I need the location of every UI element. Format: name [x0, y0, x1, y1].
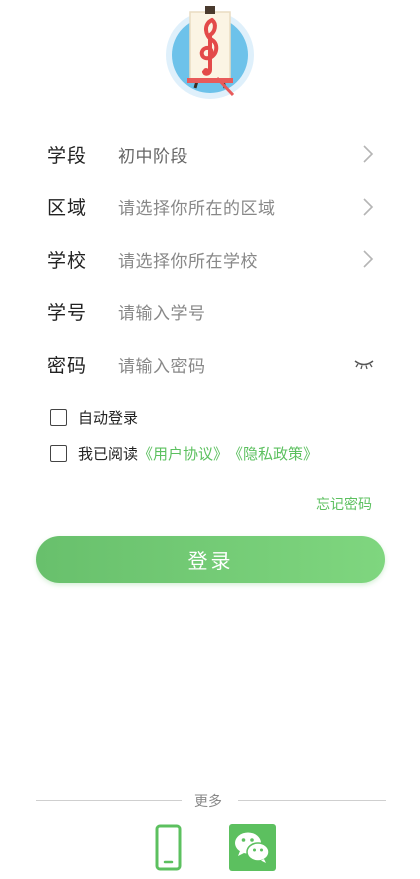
password-row[interactable]: 密码 请输入密码 [0, 338, 420, 391]
more-label: 更多 [194, 794, 222, 810]
app-logo [165, 0, 255, 100]
privacy-policy-link[interactable]: 《隐私政策》 [228, 443, 318, 464]
agreement-checkbox[interactable] [50, 445, 67, 462]
eye-closed-icon[interactable] [354, 358, 374, 370]
stage-row[interactable]: 学段 初中阶段 [0, 128, 420, 181]
region-select[interactable]: 请选择你所在的区域 [118, 194, 276, 219]
agreement-prefix: 我已阅读 [78, 445, 139, 463]
student-id-label: 学号 [47, 302, 88, 325]
chevron-right-icon[interactable] [362, 249, 374, 269]
school-row[interactable]: 学校 请选择你所在学校 [0, 233, 420, 286]
wechat-icon[interactable] [229, 824, 276, 871]
divider-left [36, 800, 182, 801]
forgot-password-link[interactable]: 忘记密码 [316, 494, 372, 514]
phone-icon[interactable] [155, 824, 182, 871]
region-row[interactable]: 区域 请选择你所在的区域 [0, 181, 420, 234]
divider-right [238, 800, 386, 801]
student-id-input[interactable]: 请输入学号 [118, 299, 206, 324]
password-label: 密码 [47, 354, 88, 377]
login-button[interactable]: 登录 [36, 536, 385, 583]
music-easel-logo-icon [166, 6, 254, 99]
student-id-row[interactable]: 学号 请输入学号 [0, 286, 420, 339]
stage-label: 学段 [47, 144, 88, 167]
auto-login-checkbox[interactable] [50, 409, 67, 426]
auto-login-label: 自动登录 [78, 409, 139, 427]
user-agreement-link[interactable]: 《用户协议》 [138, 443, 228, 464]
chevron-right-icon[interactable] [362, 144, 374, 164]
auto-login-option[interactable]: 自动登录 [50, 407, 138, 428]
chevron-right-icon[interactable] [362, 197, 374, 217]
stage-value[interactable]: 初中阶段 [118, 142, 188, 167]
region-label: 区域 [47, 197, 88, 220]
school-select[interactable]: 请选择你所在学校 [118, 247, 258, 272]
login-form: 学段 初中阶段 区域 请选择你所在的区域 学校 请选择你所在学校 学号 请输入学… [0, 128, 420, 391]
password-input[interactable]: 请输入密码 [118, 352, 206, 377]
agreement-option[interactable]: 我已阅读 《用户协议》 《隐私政策》 [50, 443, 318, 464]
school-label: 学校 [47, 249, 88, 272]
